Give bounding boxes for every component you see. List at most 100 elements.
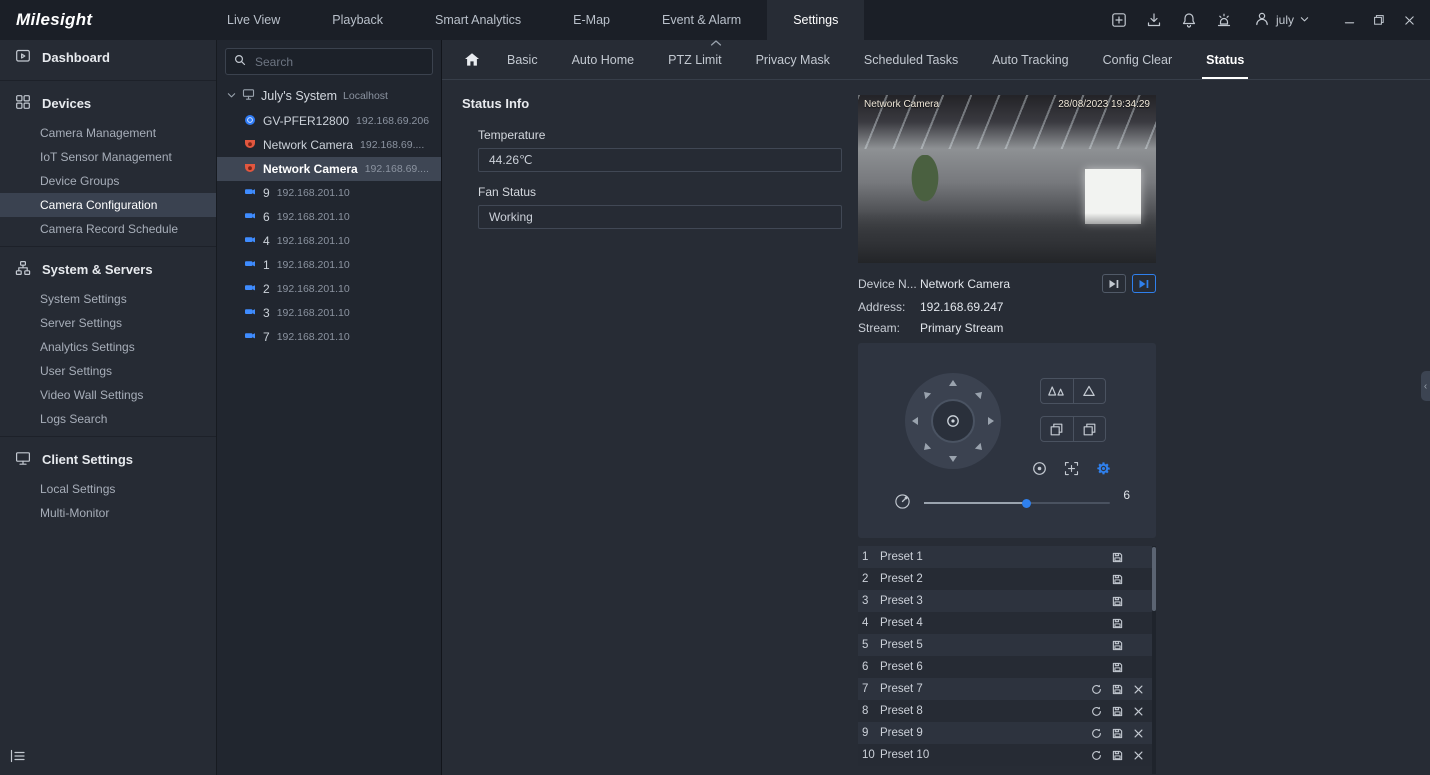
- preset-delete-icon[interactable]: [1132, 749, 1144, 761]
- minimize-button[interactable]: [1342, 13, 1356, 27]
- sidebar-item-device-groups[interactable]: Device Groups: [0, 169, 216, 193]
- preset-row-4[interactable]: 4 Preset 4: [858, 612, 1156, 634]
- preset-scrollbar-thumb[interactable]: [1152, 547, 1156, 611]
- tab-auto-tracking[interactable]: Auto Tracking: [975, 40, 1085, 79]
- sidebar-item-analytics-settings[interactable]: Analytics Settings: [0, 335, 216, 359]
- sidebar-collapse-icon[interactable]: [10, 749, 26, 766]
- auto-focus-button[interactable]: [1064, 461, 1079, 476]
- sidebar-item-user-settings[interactable]: User Settings: [0, 359, 216, 383]
- preset-save-icon[interactable]: [1111, 661, 1123, 673]
- tree-item-network-camera-2[interactable]: Network Camera 192.168.69....: [217, 157, 441, 181]
- zoom-out-button[interactable]: [1041, 379, 1073, 403]
- nav-event-alarm[interactable]: Event & Alarm: [636, 0, 767, 40]
- focus-near-button[interactable]: [1041, 417, 1073, 441]
- sidebar-section-client-settings[interactable]: Client Settings: [0, 442, 216, 477]
- home-icon[interactable]: [454, 52, 490, 67]
- nav-settings[interactable]: Settings: [767, 0, 865, 40]
- alarm-bell-icon[interactable]: [1180, 11, 1198, 29]
- sidebar-item-camera-configuration[interactable]: Camera Configuration: [0, 193, 216, 217]
- ptz-direction-pad[interactable]: [905, 373, 1001, 469]
- tab-config-clear[interactable]: Config Clear: [1086, 40, 1189, 79]
- tab-status[interactable]: Status: [1189, 40, 1261, 79]
- preset-scrollbar[interactable]: [1152, 546, 1156, 774]
- preset-row-6[interactable]: 6 Preset 6: [858, 656, 1156, 678]
- preset-save-icon[interactable]: [1111, 727, 1123, 739]
- preset-save-icon[interactable]: [1111, 551, 1123, 563]
- tab-scheduled-tasks[interactable]: Scheduled Tasks: [847, 40, 975, 79]
- speed-slider-knob[interactable]: [1021, 498, 1031, 508]
- tree-item-gv-pfer12800[interactable]: GV-PFER12800 192.168.69.206: [217, 109, 441, 133]
- close-button[interactable]: [1402, 13, 1416, 27]
- preset-call-icon[interactable]: [1090, 705, 1102, 717]
- preset-row-7[interactable]: 7 Preset 7: [858, 678, 1156, 700]
- sidebar-item-local-settings[interactable]: Local Settings: [0, 477, 216, 501]
- sidebar-item-logs-search[interactable]: Logs Search: [0, 407, 216, 431]
- client-download-icon[interactable]: [1145, 11, 1163, 29]
- tree-item-camera-4[interactable]: 4 192.168.201.10: [217, 229, 441, 253]
- tree-item-camera-2[interactable]: 2 192.168.201.10: [217, 277, 441, 301]
- preset-call-icon[interactable]: [1090, 749, 1102, 761]
- tree-root-system[interactable]: July's System Localhost: [217, 83, 441, 109]
- preset-call-icon[interactable]: [1090, 727, 1102, 739]
- preset-row-10[interactable]: 10 Preset 10: [858, 744, 1156, 766]
- preset-save-icon[interactable]: [1111, 683, 1123, 695]
- preset-row-2[interactable]: 2 Preset 2: [858, 568, 1156, 590]
- preset-delete-icon[interactable]: [1132, 683, 1144, 695]
- zoom-in-button[interactable]: [1072, 379, 1106, 403]
- speed-gauge-icon[interactable]: [894, 493, 911, 513]
- tab-basic[interactable]: Basic: [490, 40, 555, 79]
- ptz-auto-pan-button[interactable]: [931, 399, 975, 443]
- tree-item-camera-3[interactable]: 3 192.168.201.10: [217, 301, 441, 325]
- sidebar-item-multi-monitor[interactable]: Multi-Monitor: [0, 501, 216, 525]
- collapse-right-panel-icon[interactable]: ‹: [1421, 371, 1430, 401]
- play-main-stream-button[interactable]: [1102, 274, 1126, 293]
- preset-delete-icon[interactable]: [1132, 727, 1144, 739]
- sidebar-item-camera-management[interactable]: Camera Management: [0, 121, 216, 145]
- nav-live-view[interactable]: Live View: [201, 0, 306, 40]
- sidebar-item-system-settings[interactable]: System Settings: [0, 287, 216, 311]
- preset-call-icon[interactable]: [1090, 683, 1102, 695]
- preset-row-9[interactable]: 9 Preset 9: [858, 722, 1156, 744]
- tab-privacy-mask[interactable]: Privacy Mask: [739, 40, 847, 79]
- sidebar-item-dashboard[interactable]: Dashboard: [0, 40, 216, 75]
- preset-save-icon[interactable]: [1111, 595, 1123, 607]
- ptz-settings-gear-icon[interactable]: [1096, 461, 1111, 476]
- preset-row-1[interactable]: 1 Preset 1: [858, 546, 1156, 568]
- live-preview[interactable]: Network Camera 28/08/2023 19:34:29: [858, 95, 1156, 263]
- preset-save-icon[interactable]: [1111, 705, 1123, 717]
- tree-item-network-camera-1[interactable]: Network Camera 192.168.69....: [217, 133, 441, 157]
- chevron-down-icon[interactable]: [227, 89, 236, 103]
- preset-save-icon[interactable]: [1111, 749, 1123, 761]
- tree-item-camera-1[interactable]: 1 192.168.201.10: [217, 253, 441, 277]
- nav-playback[interactable]: Playback: [306, 0, 409, 40]
- sidebar-item-iot-sensor-management[interactable]: IoT Sensor Management: [0, 145, 216, 169]
- user-menu[interactable]: july: [1254, 11, 1309, 30]
- focus-far-button[interactable]: [1072, 417, 1106, 441]
- sidebar-section-system-servers[interactable]: System & Servers: [0, 252, 216, 287]
- add-window-icon[interactable]: [1110, 11, 1128, 29]
- preset-delete-icon[interactable]: [1132, 705, 1144, 717]
- siren-icon[interactable]: [1215, 11, 1233, 29]
- sidebar-item-server-settings[interactable]: Server Settings: [0, 311, 216, 335]
- sidebar-item-video-wall-settings[interactable]: Video Wall Settings: [0, 383, 216, 407]
- preset-row-5[interactable]: 5 Preset 5: [858, 634, 1156, 656]
- tree-item-camera-7[interactable]: 7 192.168.201.10: [217, 325, 441, 349]
- sidebar-item-camera-record-schedule[interactable]: Camera Record Schedule: [0, 217, 216, 241]
- speed-slider[interactable]: [924, 498, 1110, 508]
- search-input[interactable]: [253, 53, 424, 70]
- preset-save-icon[interactable]: [1111, 573, 1123, 585]
- preset-row-3[interactable]: 3 Preset 3: [858, 590, 1156, 612]
- tab-auto-home[interactable]: Auto Home: [555, 40, 652, 79]
- restore-button[interactable]: [1372, 13, 1386, 27]
- nav-e-map[interactable]: E-Map: [547, 0, 636, 40]
- sidebar-section-devices[interactable]: Devices: [0, 86, 216, 121]
- collapse-tabbar-icon[interactable]: [704, 37, 728, 49]
- preset-row-8[interactable]: 8 Preset 8: [858, 700, 1156, 722]
- preset-save-icon[interactable]: [1111, 617, 1123, 629]
- play-sub-stream-button[interactable]: [1132, 274, 1156, 293]
- preset-save-icon[interactable]: [1111, 639, 1123, 651]
- tree-item-camera-6[interactable]: 6 192.168.201.10: [217, 205, 441, 229]
- iris-button[interactable]: [1032, 461, 1047, 476]
- nav-smart-analytics[interactable]: Smart Analytics: [409, 0, 547, 40]
- tree-item-camera-9[interactable]: 9 192.168.201.10: [217, 181, 441, 205]
